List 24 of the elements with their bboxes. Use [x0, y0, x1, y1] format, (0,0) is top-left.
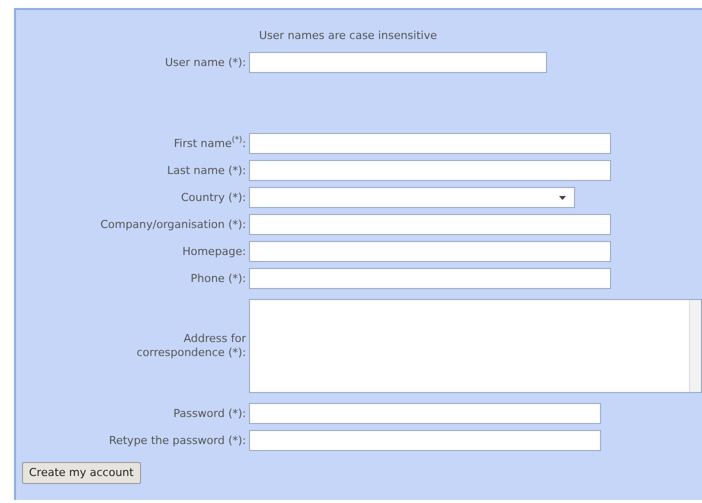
- field-label: Country (*):: [181, 190, 246, 204]
- create-account-button[interactable]: Create my account: [22, 462, 141, 484]
- field-label: Retype the password (*):: [108, 434, 246, 448]
- text-input-field[interactable]: [249, 403, 601, 424]
- country-dropdown[interactable]: [249, 187, 575, 208]
- text-input-field[interactable]: [249, 241, 611, 262]
- field-label: Company/organisation (*):: [100, 218, 246, 232]
- field-label: First name$^{(*)}$:: [174, 136, 246, 150]
- hint-text: User names are case insensitive: [259, 29, 437, 42]
- text-input-field[interactable]: [249, 52, 547, 73]
- field-label: Address for correspondence (*):: [136, 332, 246, 360]
- field-label: Homepage:: [182, 244, 246, 258]
- text-input-field[interactable]: [249, 160, 611, 181]
- field-label: Last name (*):: [167, 164, 246, 178]
- text-input-field[interactable]: [249, 268, 611, 289]
- text-input-field[interactable]: [249, 214, 611, 235]
- text-input-field[interactable]: [249, 133, 611, 154]
- field-label: Password (*):: [173, 406, 246, 420]
- text-input-field[interactable]: [249, 430, 601, 451]
- caret-icon: [559, 196, 566, 200]
- field-label: Phone (*):: [190, 272, 246, 286]
- address-textarea[interactable]: [249, 299, 702, 393]
- scrollbar[interactable]: [689, 300, 701, 392]
- field-label: User name (*):: [164, 56, 246, 70]
